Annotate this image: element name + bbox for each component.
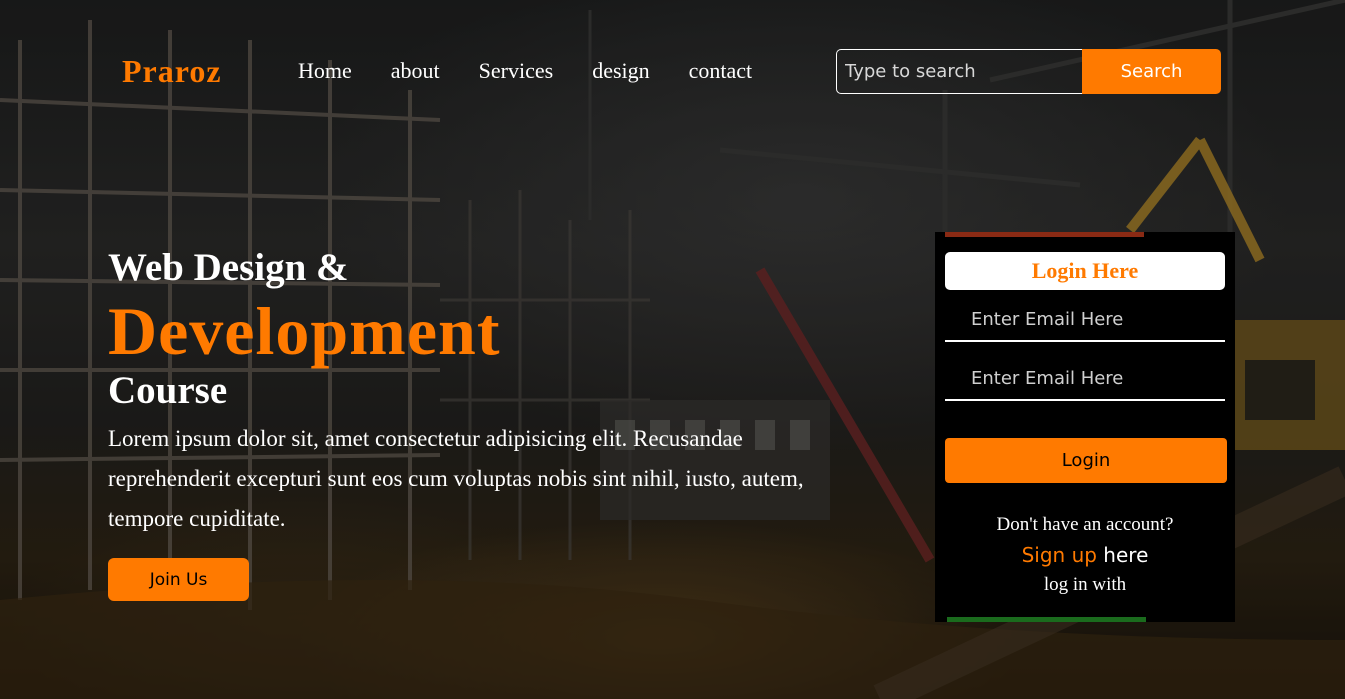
signup-link[interactable]: Sign up <box>1022 543 1097 567</box>
card-top-accent <box>945 232 1144 237</box>
login-card: Login Here Login Don't have an account? … <box>935 232 1235 622</box>
email-field[interactable] <box>945 298 1225 342</box>
nav-about[interactable]: about <box>391 58 440 84</box>
signup-suffix: here <box>1096 543 1149 567</box>
nav-services[interactable]: Services <box>479 58 554 84</box>
nav-home[interactable]: Home <box>298 58 352 84</box>
search-input[interactable] <box>836 49 1082 94</box>
login-with-text: log in with <box>1043 574 1127 595</box>
hero-description: Lorem ipsum dolor sit, amet consectetur … <box>108 426 804 531</box>
card-bottom-accent <box>947 617 1146 622</box>
hero-heading-line1: Web Design & <box>108 246 349 289</box>
hero-heading-line3: Course <box>108 369 228 412</box>
search-button[interactable]: Search <box>1082 49 1221 94</box>
search-bar: Search <box>836 49 1221 94</box>
main-nav: Home about Services design contact <box>298 58 791 84</box>
hero-section: Web Design & Development Course Lorem ip… <box>108 245 868 539</box>
password-field[interactable] <box>945 357 1225 401</box>
no-account-text: Don't have an account? <box>996 514 1174 535</box>
join-us-button[interactable]: Join Us <box>108 558 249 601</box>
hero-heading-highlight: Development <box>108 293 501 369</box>
site-logo[interactable]: Praroz <box>122 53 222 90</box>
login-button[interactable]: Login <box>945 438 1227 483</box>
login-title: Login Here <box>945 252 1225 290</box>
nav-contact[interactable]: contact <box>689 58 753 84</box>
signup-line: Sign up here <box>935 543 1235 568</box>
nav-design[interactable]: design <box>592 58 649 84</box>
